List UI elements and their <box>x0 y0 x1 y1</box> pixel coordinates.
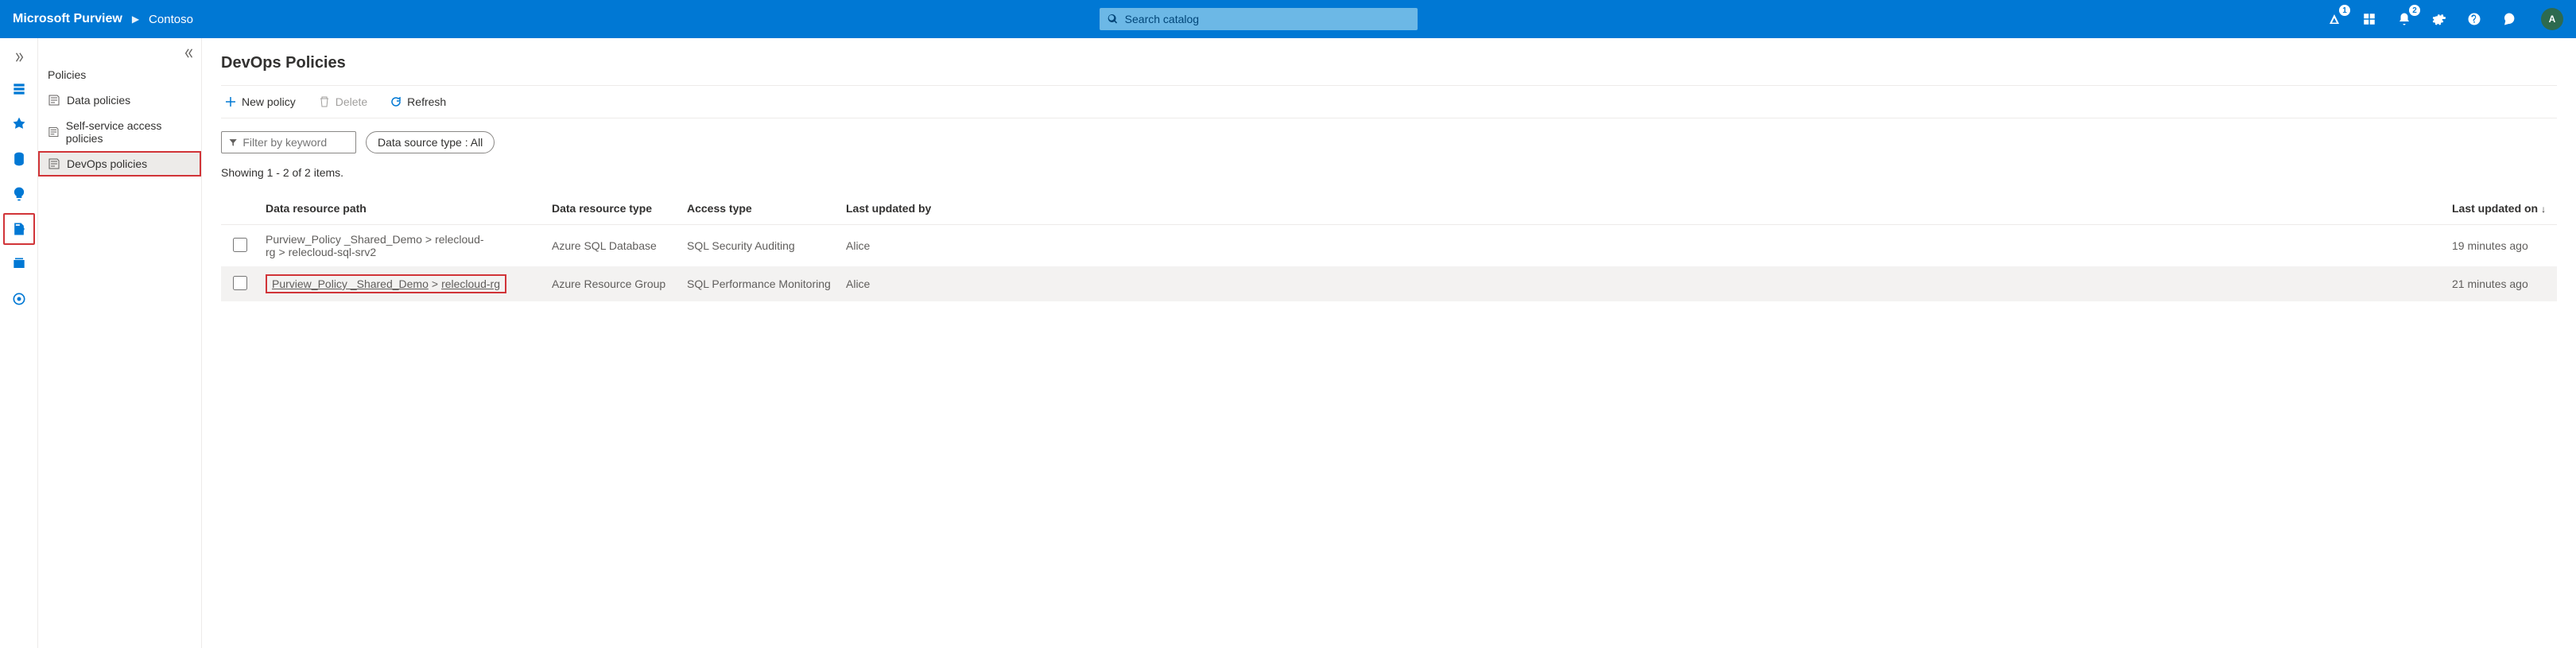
cell-updated_by: Alice <box>840 225 2446 267</box>
plus-icon <box>224 95 237 108</box>
chevron-right-icon: > <box>432 277 438 290</box>
policy-icon <box>48 126 60 138</box>
rail-item-sources[interactable] <box>3 143 35 175</box>
cell-access: SQL Performance Monitoring <box>681 266 840 301</box>
share-icon[interactable]: 1 <box>2325 10 2344 29</box>
chevron-right-icon: > <box>425 233 432 246</box>
path-segment[interactable]: Purview_Policy _Shared_Demo <box>272 277 429 290</box>
sidebar-collapse-icon[interactable] <box>38 45 201 62</box>
content-area: DevOps Policies New policy Delete Refres… <box>202 38 2576 648</box>
refresh-button[interactable]: Refresh <box>386 92 449 111</box>
col-updatedon-header[interactable]: Last updated on↓ <box>2446 192 2557 225</box>
filter-icon <box>228 137 238 148</box>
search-input[interactable] <box>1125 13 1410 25</box>
rail-item-management[interactable] <box>3 248 35 280</box>
new-policy-button[interactable]: New policy <box>221 92 299 111</box>
search-wrap <box>193 8 2325 30</box>
col-path-header[interactable]: Data resource path <box>259 192 545 225</box>
refresh-label: Refresh <box>407 95 446 108</box>
row-checkbox[interactable] <box>233 238 247 252</box>
rail-item-privacy[interactable] <box>3 283 35 315</box>
rail-expand-icon[interactable] <box>3 45 35 70</box>
cell-updated_by: Alice <box>840 266 2446 301</box>
cell-type: Azure SQL Database <box>545 225 681 267</box>
delete-button: Delete <box>315 92 370 111</box>
cell-updated_on: 19 minutes ago <box>2446 225 2557 267</box>
filter-source-type[interactable]: Data source type : All <box>366 131 495 153</box>
avatar[interactable]: A <box>2541 8 2563 30</box>
delete-label: Delete <box>336 95 367 108</box>
left-rail <box>0 38 38 648</box>
path-segment[interactable]: relecloud-sql-srv2 <box>289 246 376 258</box>
row-checkbox[interactable] <box>233 276 247 290</box>
cell-path[interactable]: Purview_Policy _Shared_Demo>relecloud-rg… <box>259 225 545 267</box>
col-updatedby-header[interactable]: Last updated by <box>840 192 2446 225</box>
toolbar: New policy Delete Refresh <box>221 85 2557 118</box>
policies-table: Data resource path Data resource type Ac… <box>221 192 2557 301</box>
rail-item-map[interactable] <box>3 108 35 140</box>
sort-down-icon: ↓ <box>2541 204 2546 215</box>
path-segment[interactable]: relecloud-rg <box>441 277 500 290</box>
cell-type: Azure Resource Group <box>545 266 681 301</box>
sidebar-item-label: DevOps policies <box>67 157 147 170</box>
notif-badge: 2 <box>2409 5 2420 16</box>
share-badge: 1 <box>2339 5 2350 16</box>
sidebar-item-data-policies[interactable]: Data policies <box>38 87 201 113</box>
product-name: Microsoft Purview <box>13 12 122 26</box>
col-type-header[interactable]: Data resource type <box>545 192 681 225</box>
search-box[interactable] <box>1100 8 1418 30</box>
rail-item-insights[interactable] <box>3 178 35 210</box>
gear-icon[interactable] <box>2430 10 2449 29</box>
chevron-right-icon: ▶ <box>132 14 139 25</box>
col-checkbox <box>221 192 259 225</box>
rail-item-catalog[interactable] <box>3 73 35 105</box>
sidebar-title: Policies <box>38 62 201 87</box>
feedback-icon[interactable] <box>2500 10 2519 29</box>
table-row[interactable]: Purview_Policy _Shared_Demo>relecloud-rg… <box>221 266 2557 301</box>
header-right: 1 2 A <box>2325 8 2563 30</box>
col-access-header[interactable]: Access type <box>681 192 840 225</box>
policy-icon <box>48 157 60 170</box>
policy-icon <box>48 94 60 107</box>
rail-item-policy[interactable] <box>3 213 35 245</box>
sidebar-item-label: Self-service access policies <box>66 119 192 145</box>
sidebar-item-label: Data policies <box>67 94 130 107</box>
cell-updated_on: 21 minutes ago <box>2446 266 2557 301</box>
tenant-name[interactable]: Contoso <box>149 13 193 26</box>
cell-access: SQL Security Auditing <box>681 225 840 267</box>
page-title: DevOps Policies <box>221 54 2557 72</box>
bell-icon[interactable]: 2 <box>2395 10 2414 29</box>
app-header: Microsoft Purview ▶ Contoso 1 2 A <box>0 0 2576 38</box>
main-layout: Policies Data policies Self-service acce… <box>0 38 2576 648</box>
new-policy-label: New policy <box>242 95 296 108</box>
filter-source-value: All <box>471 136 483 149</box>
filter-source-label: Data source type : <box>378 136 471 149</box>
table-row[interactable]: Purview_Policy _Shared_Demo>relecloud-rg… <box>221 225 2557 267</box>
search-icon <box>1108 14 1118 25</box>
filter-keyword-input[interactable] <box>242 136 349 149</box>
refresh-icon <box>390 95 402 108</box>
trash-icon <box>318 95 331 108</box>
result-count: Showing 1 - 2 of 2 items. <box>221 166 2557 179</box>
path-segment[interactable]: Purview_Policy _Shared_Demo <box>266 233 422 246</box>
help-icon[interactable] <box>2465 10 2484 29</box>
cell-path[interactable]: Purview_Policy _Shared_Demo>relecloud-rg <box>259 266 545 301</box>
header-left: Microsoft Purview ▶ Contoso <box>13 12 193 26</box>
chevron-right-icon: > <box>278 246 285 258</box>
filter-row: Data source type : All <box>221 131 2557 153</box>
sidebar: Policies Data policies Self-service acce… <box>38 38 202 648</box>
grid-icon[interactable] <box>2360 10 2379 29</box>
sidebar-item-devops[interactable]: DevOps policies <box>38 151 201 177</box>
sidebar-item-self-service[interactable]: Self-service access policies <box>38 113 201 151</box>
filter-keyword-box[interactable] <box>221 131 356 153</box>
